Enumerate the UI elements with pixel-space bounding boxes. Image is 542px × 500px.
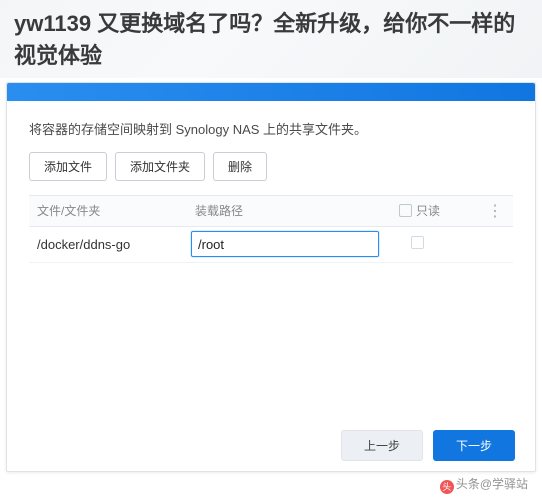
- previous-button[interactable]: 上一步: [341, 430, 423, 461]
- watermark-text: 头条@学驿站: [456, 477, 528, 491]
- watermark: 头头条@学驿站: [440, 475, 528, 494]
- table-row[interactable]: /docker/ddns-go: [29, 227, 513, 263]
- column-menu-header[interactable]: ⋮: [461, 201, 513, 221]
- volume-settings-modal: 将容器的存储空间映射到 Synology NAS 上的共享文件夹。 添加文件 添…: [6, 82, 536, 472]
- toolbar: 添加文件 添加文件夹 删除: [29, 152, 513, 181]
- modal-description: 将容器的存储空间映射到 Synology NAS 上的共享文件夹。: [29, 119, 513, 138]
- add-file-button[interactable]: 添加文件: [29, 152, 107, 181]
- cell-file-path: /docker/ddns-go: [29, 237, 191, 252]
- column-readonly-header[interactable]: 只读: [391, 202, 461, 219]
- readonly-header-checkbox[interactable]: [399, 204, 412, 217]
- modal-titlebar: [7, 83, 535, 101]
- mount-path-input[interactable]: [191, 231, 379, 257]
- cell-mount-path: [191, 231, 391, 257]
- delete-button[interactable]: 删除: [213, 152, 267, 181]
- add-folder-button[interactable]: 添加文件夹: [115, 152, 205, 181]
- readonly-header-label: 只读: [416, 202, 440, 219]
- cell-readonly: [391, 236, 461, 252]
- modal-footer: 上一步 下一步: [341, 430, 515, 461]
- modal-body: 将容器的存储空间映射到 Synology NAS 上的共享文件夹。 添加文件 添…: [7, 101, 535, 471]
- column-file-header[interactable]: 文件/文件夹: [29, 202, 191, 219]
- page-title: yw1139 又更换域名了吗？全新升级，给你不一样的视觉体验: [0, 0, 542, 82]
- watermark-logo-icon: 头: [440, 480, 454, 494]
- column-path-header[interactable]: 装载路径: [191, 202, 391, 219]
- table-header: 文件/文件夹 装载路径 只读 ⋮: [29, 195, 513, 227]
- readonly-row-checkbox[interactable]: [411, 236, 424, 249]
- next-button[interactable]: 下一步: [433, 430, 515, 461]
